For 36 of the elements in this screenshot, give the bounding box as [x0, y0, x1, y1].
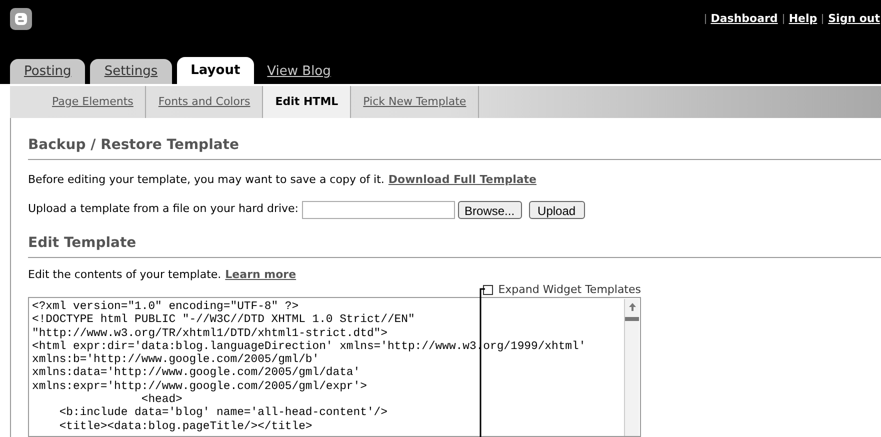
- code-line: <?xml version="1.0" encoding="UTF-8" ?>: [32, 301, 299, 314]
- tab[interactable]: Settings: [90, 59, 172, 84]
- learn-more-link[interactable]: Learn more: [225, 266, 296, 283]
- header-link[interactable]: Sign out: [828, 11, 880, 28]
- upload-button[interactable]: Upload: [528, 200, 585, 218]
- scroll-thumb[interactable]: [625, 317, 639, 321]
- code-line: "http://www.w3.org/TR/xhtml1/DTD/xhtml1-strict.dtd">: [32, 328, 388, 340]
- code-line: <b:include data='blog' name='all-head-content'/>: [58, 407, 388, 420]
- code-line: <!DOCTYPE html PUBLIC "-//W3C//DTD XHTML 1.0 Strict//EN": [32, 314, 415, 328]
- subtab[interactable]: Pick New Template: [351, 86, 480, 118]
- code-line: xmlns:data='http://www.google.com/2005/gml/data': [32, 367, 360, 380]
- code-line: <head>: [140, 394, 182, 406]
- subtab[interactable]: Page Elements: [40, 86, 146, 118]
- download-link[interactable]: Download Full Template: [388, 172, 536, 188]
- checkbox-label: Expand Widget Templates: [498, 282, 641, 298]
- tab[interactable]: Layout: [176, 57, 254, 84]
- checkbox[interactable]: [483, 285, 494, 295]
- intro-text: Edit the contents of your template.: [28, 266, 222, 282]
- scrollbar[interactable]: [624, 299, 639, 436]
- code-line: xmlns:expr='http://www.google.com/2005/gml/expr'>: [32, 380, 367, 394]
- subtab[interactable]: Edit HTML: [263, 86, 352, 118]
- code-line: <title><data:blog.pageTitle/></title>: [58, 420, 312, 434]
- header-link[interactable]: Dashboard: [710, 11, 778, 28]
- file-path-field[interactable]: [302, 200, 455, 218]
- section-heading: Edit Template: [28, 234, 136, 250]
- view-blog-link[interactable]: View Blog: [267, 59, 331, 84]
- header-link[interactable]: Help: [788, 11, 818, 28]
- logo-icon: [10, 8, 32, 30]
- upload-label: Upload a template from a file on your hard drive:: [28, 201, 299, 218]
- code-line: xmlns:b='http://www.google.com/2005/gml/b': [32, 354, 320, 366]
- intro-text: Before editing your template, you may want to save a copy of it.: [28, 172, 384, 188]
- code-editor-field[interactable]: [28, 297, 641, 437]
- section-heading: Backup / Restore Template: [28, 137, 239, 153]
- tab[interactable]: Posting: [10, 59, 86, 84]
- scroll-up-arrow-icon[interactable]: [628, 303, 636, 311]
- browse-button[interactable]: Browse...: [458, 200, 522, 218]
